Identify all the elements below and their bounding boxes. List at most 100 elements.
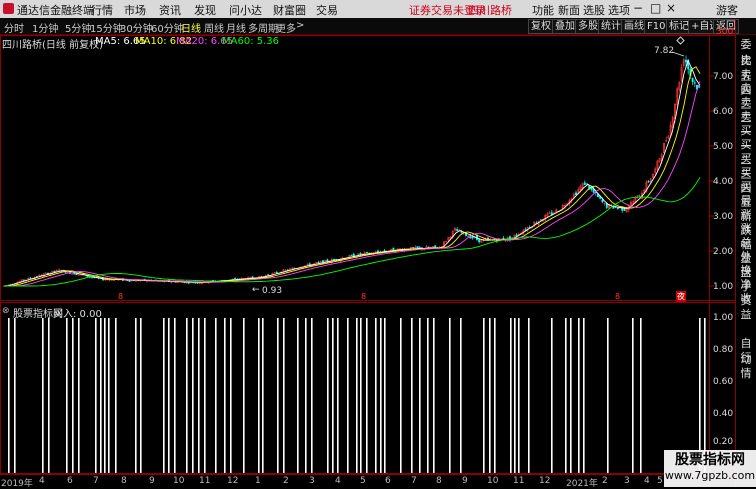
signal-bar [204,318,206,473]
candle-body [691,78,694,82]
price-tick: 3.00 [713,212,734,222]
price-tick: 5.00 [713,142,734,152]
candle-body [416,246,419,249]
diamond-marker-icon [676,36,685,45]
signal-bar [514,318,516,473]
candle-body [434,245,437,248]
price-tick: 7.00 [713,72,734,82]
candle-body [524,229,527,231]
signal-bar [78,318,80,473]
price-tick: 6.00 [713,107,734,117]
price-tick: 1.00 [713,282,734,292]
low-arrow-icon: ← [252,285,260,295]
signal-bar [215,318,217,473]
signal-bar [578,318,580,473]
signal-bar [494,318,496,473]
date-tick: 3 [624,476,630,486]
signal-bar [510,318,512,473]
indicator-tick: 1.00 [713,313,734,323]
signal-bar [528,318,530,473]
low-price-label: 0.93 [262,286,283,296]
night-flag-badge[interactable]: 夜 [676,291,686,302]
signal-bar [48,318,50,473]
date-tick: 2019年 [1,479,33,489]
signal-bar [95,318,97,473]
date-tick: 9 [462,476,468,486]
candle-body [515,234,518,236]
event-marker[interactable]: 8 [361,292,366,301]
indicator-tick: 0.20 [713,437,734,447]
tab-earnings[interactable]: 收益 [736,290,756,322]
date-tick: 4 [335,476,341,486]
tab-quotes[interactable]: 行情 [736,349,756,381]
signal-bar [632,318,634,473]
signal-bar [72,318,74,473]
signal-bar [583,318,585,473]
signal-bar [327,318,329,473]
indicator-panel-border [0,302,736,474]
signal-bar [449,318,451,473]
candle-body [601,199,604,203]
signal-bar [400,318,402,473]
kline-chart[interactable] [0,0,756,487]
watermark-title: 股票指标网 [675,452,745,468]
signal-bar [115,318,117,473]
price-tick: 4.00 [713,177,734,187]
signal-bar [380,318,382,473]
signal-bar [411,318,413,473]
signal-bar [337,318,339,473]
signal-bar [419,318,421,473]
signal-bar [198,318,200,473]
date-tick: 4 [39,476,45,486]
signal-bar [163,318,165,473]
candle-body [586,183,588,185]
candle-body [317,261,320,264]
signal-bar [42,318,44,473]
watermark-url: www.7gpzb.com [664,469,756,482]
high-price-label: 7.82 [654,46,675,56]
signal-bar [100,318,102,473]
signal-bar [186,318,188,473]
event-marker[interactable]: 8 [118,292,123,301]
ma10-line [4,66,701,287]
date-tick: 9 [149,476,155,486]
price-axis-top: 300 [716,27,734,37]
indicator-tick: 0.60 [713,377,734,387]
date-tick: 5 [657,476,663,486]
candle-body [456,228,459,232]
candle-body [693,82,696,84]
signal-bar [283,318,285,473]
candle-body [22,279,25,281]
date-tick: 11 [513,476,525,486]
date-tick: 1 [255,476,261,486]
candlestick-series [3,55,701,287]
signal-bar [360,318,362,473]
candle-body [616,207,619,209]
candle-body [366,251,368,254]
ma60-label: MA60: 5.36 [222,36,280,47]
date-tick: 12 [227,476,239,486]
signal-bar [332,318,334,473]
price-panel-border [0,35,736,301]
signal-bar [565,318,567,473]
candle-body [685,59,687,63]
event-marker[interactable]: 8 [615,292,620,301]
signal-bar [262,318,264,473]
signal-bar [277,318,279,473]
signal-bar [356,318,358,473]
candle-body [350,254,353,256]
signal-bar [347,318,349,473]
candle-body [647,180,650,183]
candle-body [377,250,379,253]
date-tick: 6 [67,476,73,486]
signal-bar [8,318,10,473]
signal-bar [427,318,429,473]
watermark: 股票指标网 www.7gpzb.com [664,450,756,487]
candle-body [29,277,32,279]
candle-body [539,219,542,221]
indicator-signal-bars [8,318,706,473]
signal-bar [607,318,609,473]
date-tick: 10 [487,476,499,486]
indicator-settings-icon[interactable]: ⊗ [2,306,10,316]
signal-bar [108,318,110,473]
